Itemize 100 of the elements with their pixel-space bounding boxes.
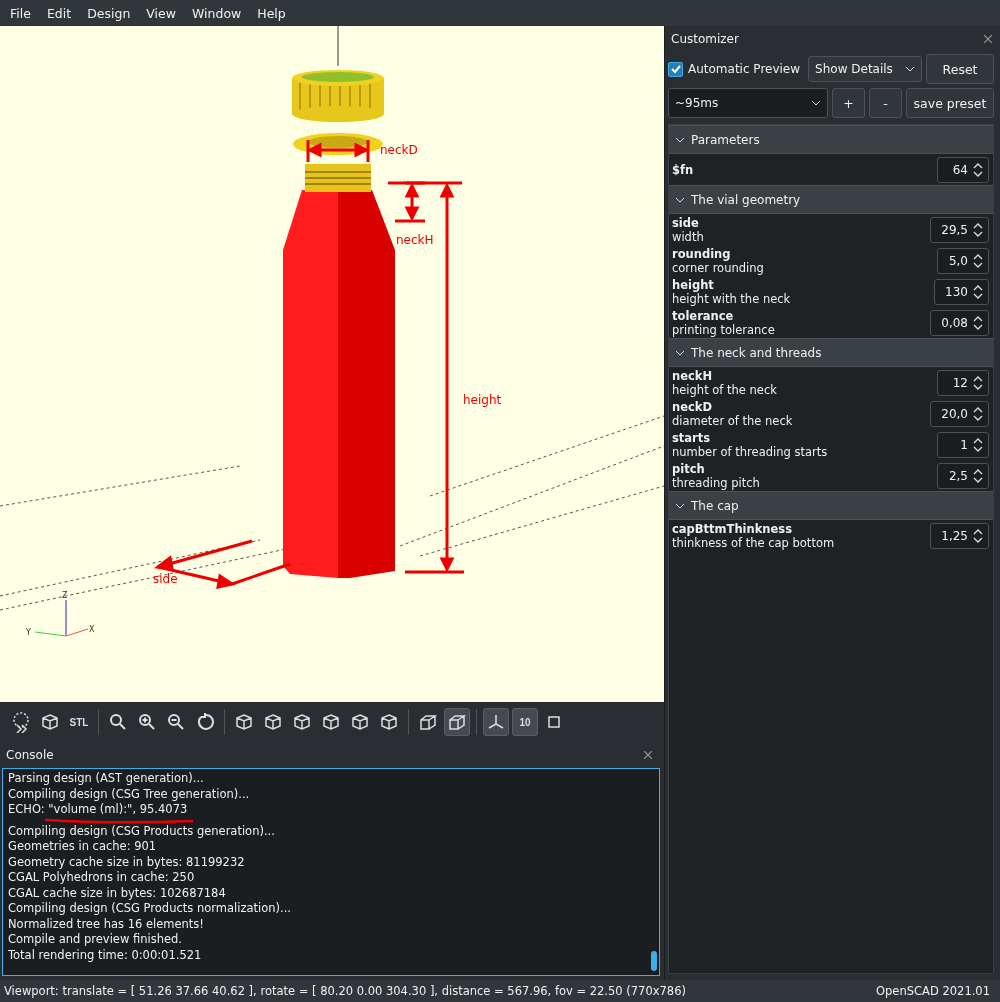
axes-indicator-icon — [34, 599, 89, 637]
parameter-description: height of the neck — [672, 382, 777, 397]
parameter-name: rounding — [672, 246, 732, 261]
3d-viewport[interactable]: neckD neckH height side Z Y X — [0, 26, 664, 702]
reset-button[interactable]: Reset — [926, 54, 994, 84]
console-line: Geometry cache size in bytes: 81199232 — [8, 854, 246, 870]
parameter-description: corner rounding — [672, 260, 764, 275]
tool-button[interactable] — [483, 708, 509, 736]
console-line: ECHO: "volume (ml):", 95.4073 — [8, 802, 189, 818]
menu-item[interactable]: Help — [249, 5, 294, 21]
parameter-description: height with the neck — [672, 291, 791, 306]
group-title: Parameters — [691, 132, 760, 147]
console-line: Geometries in cache: 901 — [8, 839, 158, 855]
remove-preset-button[interactable]: - — [869, 88, 902, 118]
save-preset-button[interactable]: save preset — [906, 88, 994, 118]
chevron-icon — [675, 195, 685, 204]
parameter-name: side — [672, 215, 700, 230]
square-icon — [546, 714, 562, 730]
console-line: Parsing design (AST generation)... — [8, 771, 205, 787]
parameter-description: diameter of the neck — [672, 413, 793, 428]
parameter-name: pitch — [672, 461, 706, 476]
group-header[interactable]: The vial geometry — [669, 185, 993, 214]
console-line: Compiling design (CSG Products generation)... — [8, 823, 276, 839]
preset-dropdown[interactable]: ~95ms — [668, 88, 828, 118]
parameter-description: number of threading starts — [672, 444, 828, 459]
console-line: Compiling design (CSG Products normalization)... — [8, 901, 292, 917]
checkbox-label: Automatic Preview — [688, 62, 801, 76]
viewport-info: Viewport: translate = [ 51.26 37.66 40.62 ], rotate = [ 80.20 0.00 304.30 ], distance = 567.96, fov = 22.50 (770x786) — [4, 984, 686, 998]
number-spinbox[interactable]: 0,08 — [930, 309, 989, 336]
parameter-name: $fn — [672, 162, 694, 177]
console-line: CGAL Polyhedrons in cache: 250 — [8, 870, 196, 886]
number-spinbox[interactable]: 1 — [937, 431, 989, 458]
console-line: CGAL cache size in bytes: 102687184 — [8, 885, 227, 901]
number-spinbox[interactable]: 20,0 — [930, 400, 989, 427]
cube-icon — [264, 713, 282, 731]
menu-item[interactable]: Edit — [38, 5, 80, 21]
magnifier-icon — [109, 713, 127, 731]
axes-icon — [487, 713, 505, 731]
menu-item[interactable]: File — [2, 5, 39, 21]
panel-title: Console — [6, 748, 54, 762]
group-header[interactable]: The cap — [669, 491, 993, 520]
checkbox[interactable] — [668, 61, 683, 77]
tool-button[interactable] — [444, 708, 470, 736]
group-title: The neck and threads — [691, 345, 822, 360]
number-spinbox[interactable]: 64 — [937, 156, 989, 183]
axis-label: Z — [62, 591, 68, 600]
chevron-icon — [905, 66, 916, 72]
group-header[interactable]: Parameters — [669, 125, 993, 154]
group-title: The vial geometry — [691, 192, 801, 207]
menu-item[interactable]: View — [138, 5, 184, 21]
chevron-icon — [675, 135, 685, 144]
close-icon[interactable] — [644, 751, 652, 759]
console-line: Compiling design (CSG Tree generation)... — [8, 786, 251, 802]
cube-icon — [235, 713, 253, 731]
parameter-name: height — [672, 277, 715, 292]
dimension-label: height — [463, 393, 502, 407]
scroll-bar[interactable] — [651, 951, 657, 971]
parameter-description: threading pitch — [672, 475, 760, 490]
chevron-icon — [811, 100, 821, 106]
number-spinbox[interactable]: 12 — [937, 369, 989, 396]
cube-icon — [41, 713, 59, 731]
group-header[interactable]: The neck and threads — [669, 338, 993, 367]
console-line: Compile and preview finished. — [8, 932, 183, 948]
axis-label: Y — [26, 628, 31, 637]
cube-icon — [322, 713, 340, 731]
add-preset-button[interactable]: + — [832, 88, 865, 118]
number-spinbox[interactable]: 29,5 — [930, 216, 989, 243]
menu-item[interactable]: Design — [79, 5, 139, 21]
cube-icon — [351, 713, 369, 731]
box-icon — [448, 713, 466, 731]
chevron-icon — [675, 501, 685, 510]
zoom-out-icon — [167, 713, 185, 731]
parameter-name: capBttmThinkness — [672, 521, 794, 536]
dimension-label: neckD — [380, 143, 418, 157]
version-label: OpenSCAD 2021.01 — [876, 984, 990, 998]
render-icon — [10, 711, 32, 733]
close-icon[interactable] — [984, 35, 992, 43]
number-spinbox[interactable]: 1,25 — [930, 522, 989, 549]
axis-label: X — [89, 625, 95, 634]
number-spinbox[interactable]: 2,5 — [937, 462, 989, 489]
dimension-label: side — [153, 572, 178, 586]
details-dropdown[interactable]: Show Details — [808, 56, 923, 82]
cube-icon — [293, 713, 311, 731]
tool-button[interactable]: 10 — [512, 708, 538, 736]
group-title: The cap — [691, 498, 739, 513]
parameter-description: printing tolerance — [672, 322, 775, 337]
dimension-label: neckH — [396, 233, 434, 247]
number-spinbox[interactable]: 5,0 — [937, 247, 989, 274]
parameter-name: neckD — [672, 399, 713, 414]
parameter-name: starts — [672, 430, 712, 445]
menu-item[interactable]: Window — [184, 5, 250, 21]
tool-button[interactable]: STL — [66, 708, 92, 736]
reset-view-icon — [196, 713, 214, 731]
parameter-description: width — [672, 229, 704, 244]
console-line: Total rendering time: 0:00:01.521 — [8, 947, 203, 963]
console-line: Normalized tree has 16 elements! — [8, 916, 205, 932]
parameter-name: neckH — [672, 368, 714, 383]
parameter-name: tolerance — [672, 308, 735, 323]
parameter-description: thinkness of the cap bottom — [672, 535, 835, 550]
number-spinbox[interactable]: 130 — [934, 278, 989, 305]
